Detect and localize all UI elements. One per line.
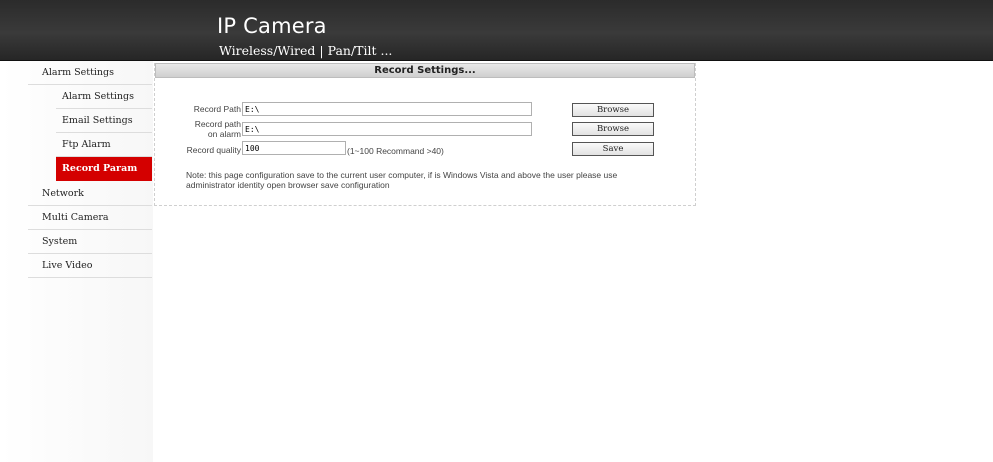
sidebar-item-network[interactable]: Network [28,182,152,206]
sidebar-item-alarm-settings-group[interactable]: Alarm Settings [28,61,152,85]
app-subtitle: Wireless/Wired | Pan/Tilt ... [219,43,393,58]
panel-title: Record Settings... [155,63,695,78]
browse-record-path-button[interactable]: Browse [572,103,654,117]
sidebar-item-ftp-alarm[interactable]: Ftp Alarm [56,133,152,157]
record-path-input[interactable]: E:\ [242,102,532,116]
sidebar-item-system[interactable]: System [28,230,152,254]
sidebar-item-live-video[interactable]: Live Video [28,254,152,278]
sidebar-item-alarm-settings[interactable]: Alarm Settings [56,85,152,109]
record-path-label: Record Path [193,104,241,114]
record-quality-hint: (1~100 Recommand >40) [347,146,444,156]
record-quality-input[interactable]: 100 [242,141,346,155]
sidebar-item-multi-camera[interactable]: Multi Camera [28,206,152,230]
app-title: IP Camera [217,14,327,38]
sidebar-item-email-settings[interactable]: Email Settings [56,109,152,133]
config-note: Note: this page configuration save to th… [186,170,646,190]
save-button[interactable]: Save [572,142,654,156]
record-path-alarm-input[interactable]: E:\ [242,122,532,136]
record-quality-label: Record quality [186,145,241,155]
record-path-alarm-label-line2: on alarm [207,129,241,139]
sidebar-item-record-param[interactable]: Record Param [56,157,152,181]
record-path-alarm-label-line1: Record path [194,119,241,129]
record-path-alarm-label: Record path on alarm [180,119,241,139]
browse-record-path-alarm-button[interactable]: Browse [572,122,654,136]
config-note-line1: Note: this page configuration save to th… [186,170,618,180]
config-note-line2: administrator identity open browser save… [186,180,390,190]
app-header: IP Camera Wireless/Wired | Pan/Tilt ... [0,0,993,61]
